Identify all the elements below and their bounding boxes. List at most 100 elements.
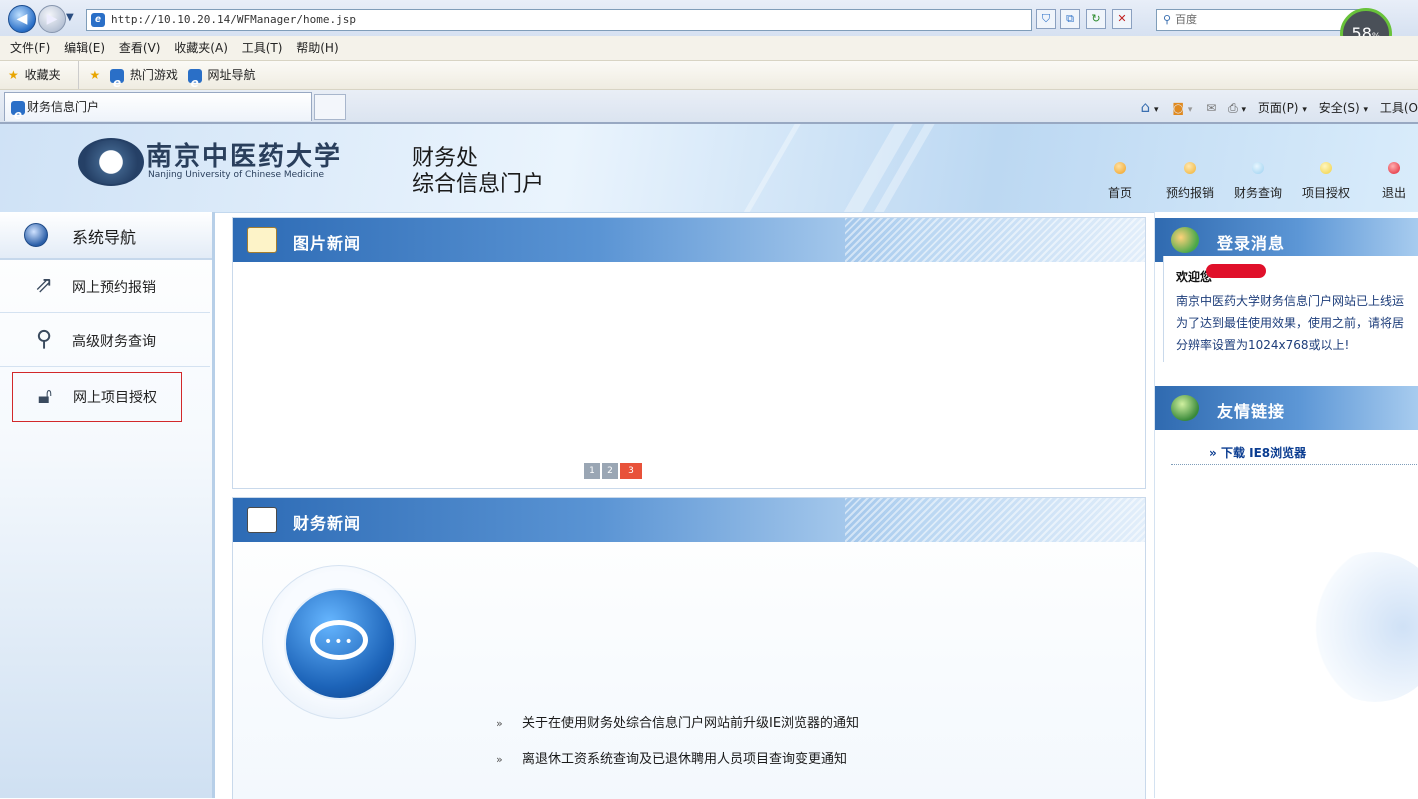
menu-edit[interactable]: 编辑(E) <box>64 36 105 60</box>
unlock-icon: 🔓︎ <box>37 384 53 409</box>
url-field[interactable]: e http://10.10.20.14/WFManager/home.jsp <box>86 9 1032 31</box>
ie-fav-icon-2: e <box>187 68 202 90</box>
tab-title: 财务信息门户 <box>27 100 100 114</box>
finance-news-title: 财务新闻 <box>293 514 362 533</box>
ie-fav-icon: e <box>110 68 125 90</box>
home-icon[interactable]: ⌂ <box>1141 98 1151 116</box>
compass-icon <box>24 223 48 247</box>
finance-news-header: 财务新闻 <box>233 498 1145 542</box>
sidebar-item-reimburse[interactable]: ⇗ 网上预约报销 <box>0 260 210 313</box>
link-download-ie8[interactable]: » 下载 IE8浏览器 <box>1209 444 1306 461</box>
ie-logo-watermark-icon <box>1305 552 1418 702</box>
header-stripe <box>725 124 801 212</box>
feeds-dropdown-icon[interactable]: ▾ <box>1188 105 1193 115</box>
url-text: http://10.10.20.14/WFManager/home.jsp <box>111 13 357 26</box>
search-field[interactable]: ⚲ 百度 <box>1156 9 1368 31</box>
topnav-home[interactable]: 首页 <box>1108 162 1132 201</box>
news-item-title: 关于在使用财务处综合信息门户网站前升级IE浏览器的通知 <box>522 716 860 731</box>
safety-menu[interactable]: 安全(S) <box>1319 101 1360 115</box>
fav-link-games[interactable]: 热门游戏 <box>130 61 178 89</box>
refresh-icon[interactable]: ↻ <box>1086 9 1106 29</box>
feeds-icon[interactable]: ◙ <box>1172 101 1184 115</box>
login-message-line: 分辨率设置为1024x768或以上! <box>1176 338 1350 352</box>
sidebar: 系统导航 ⇗ 网上预约报销 ⚲ 高级财务查询 🔓︎ 网上项目授权 <box>0 212 215 798</box>
menu-help[interactable]: 帮助(H) <box>296 36 338 60</box>
photo-pager: 123 <box>584 462 644 479</box>
back-button[interactable]: ◀ <box>8 5 36 33</box>
menu-view[interactable]: 查看(V) <box>119 36 161 60</box>
pager-page-3[interactable]: 3 <box>620 463 642 479</box>
users-icon <box>1171 227 1199 253</box>
picture-icon <box>247 227 277 253</box>
university-name-en: Nanjing University of Chinese Medicine <box>148 170 325 180</box>
topnav-project-auth[interactable]: 项目授权 <box>1302 162 1350 201</box>
links-panel-title: 友情链接 <box>1217 402 1286 421</box>
login-message-box: 欢迎您 南京中医药大学财务信息门户网站已上线运 为了达到最佳使用效果，使用之前，… <box>1163 256 1418 362</box>
ie-page-icon: e <box>91 13 105 27</box>
tab-bar: e财务信息门户 ⌂ ▾ ◙ ▾ ✉ ⎙ ▾ 页面(P) ▾ 安全(S) ▾ 工具… <box>0 90 1418 124</box>
sidebar-item-label: 网上预约报销 <box>72 280 156 296</box>
nav-dot-icon <box>1252 162 1264 174</box>
sidebar-item-finance-query[interactable]: ⚲ 高级财务查询 <box>0 314 210 367</box>
menu-bar: 文件(F) 编辑(E) 查看(V) 收藏夹(A) 工具(T) 帮助(H) <box>0 36 1418 61</box>
history-dropdown-icon[interactable]: ▼ <box>66 12 74 23</box>
favorites-button[interactable]: 收藏夹 <box>25 61 61 89</box>
topnav-finance-query[interactable]: 财务查询 <box>1234 162 1282 201</box>
print-icon[interactable]: ⎙ <box>1228 101 1238 115</box>
portal-header: 南京中医药大学 Nanjing University of Chinese Me… <box>0 124 1418 213</box>
topnav-home-label: 首页 <box>1108 186 1133 200</box>
search-icon: ⚲ <box>1163 13 1172 26</box>
topnav-reimburse[interactable]: 预约报销 <box>1166 162 1214 201</box>
photo-news-header: 图片新闻 <box>233 218 1145 262</box>
menu-file[interactable]: 文件(F) <box>10 36 50 60</box>
nav-dot-icon <box>1184 162 1196 174</box>
add-favorite-icon[interactable]: ★ <box>78 61 100 89</box>
menu-favorites[interactable]: 收藏夹(A) <box>174 36 228 60</box>
command-bar: ⌂ ▾ ◙ ▾ ✉ ⎙ ▾ 页面(P) ▾ 安全(S) ▾ 工具(O <box>1141 94 1418 120</box>
globe-icon <box>1171 395 1199 421</box>
login-message-line: 南京中医药大学财务信息门户网站已上线运 <box>1176 294 1405 308</box>
university-name-cn: 南京中医药大学 <box>146 142 343 172</box>
compat-shield-icon[interactable]: ⛉ <box>1036 9 1056 29</box>
nav-dot-icon <box>1388 162 1400 174</box>
home-dropdown-icon[interactable]: ▾ <box>1154 105 1159 115</box>
magnifier-icon: ⚲ <box>35 327 53 352</box>
news-item-title: 离退休工资系统查询及已退休聘用人员项目查询变更通知 <box>522 752 848 767</box>
university-emblem-icon <box>78 138 144 186</box>
search-placeholder: 百度 <box>1175 13 1198 26</box>
topnav-logout[interactable]: 退出 <box>1382 162 1406 201</box>
double-chevron-icon: » <box>496 717 503 730</box>
login-panel-title: 登录消息 <box>1217 234 1286 253</box>
book-icon <box>247 507 277 533</box>
new-tab-button[interactable] <box>314 94 346 120</box>
photo-news-panel: 图片新闻 <box>232 217 1146 489</box>
menu-tools[interactable]: 工具(T) <box>242 36 283 60</box>
tab-finance-portal[interactable]: e财务信息门户 <box>4 92 312 122</box>
nav-dot-icon <box>1320 162 1332 174</box>
safety-dropdown-icon[interactable]: ▾ <box>1364 105 1369 115</box>
mail-icon[interactable]: ✉ <box>1206 101 1216 115</box>
page-dropdown-icon[interactable]: ▾ <box>1302 105 1307 115</box>
topnav-finance-query-label: 财务查询 <box>1234 186 1283 200</box>
pager-page-2[interactable]: 2 <box>602 463 618 479</box>
fav-link-nav[interactable]: 网址导航 <box>208 61 256 89</box>
nav-dot-icon <box>1114 162 1126 174</box>
sidebar-item-label: 高级财务查询 <box>72 334 156 350</box>
page-menu[interactable]: 页面(P) <box>1258 101 1299 115</box>
forward-button[interactable]: ▶ <box>38 5 66 33</box>
compat-view-icon[interactable]: ⧉ <box>1060 9 1080 29</box>
tab-ie-icon: e <box>11 100 25 122</box>
print-dropdown-icon[interactable]: ▾ <box>1242 105 1247 115</box>
links-panel-header: 友情链接 <box>1155 386 1418 430</box>
sidebar-item-label: 网上项目授权 <box>73 390 157 406</box>
topnav-reimburse-label: 预约报销 <box>1166 186 1215 200</box>
portal-title-line2: 综合信息门户 <box>412 172 545 197</box>
redacted-username <box>1206 264 1266 278</box>
stop-icon[interactable]: ✕ <box>1112 9 1132 29</box>
right-column: 登录消息 欢迎您 南京中医药大学财务信息门户网站已上线运 为了达到最佳使用效果，… <box>1154 212 1418 798</box>
link-label: 下载 IE8浏览器 <box>1220 446 1307 460</box>
pager-page-1[interactable]: 1 <box>584 463 600 479</box>
sidebar-header: 系统导航 <box>0 212 212 260</box>
tools-menu[interactable]: 工具(O <box>1380 101 1418 115</box>
sidebar-item-project-auth[interactable]: 🔓︎ 网上项目授权 <box>12 372 182 422</box>
